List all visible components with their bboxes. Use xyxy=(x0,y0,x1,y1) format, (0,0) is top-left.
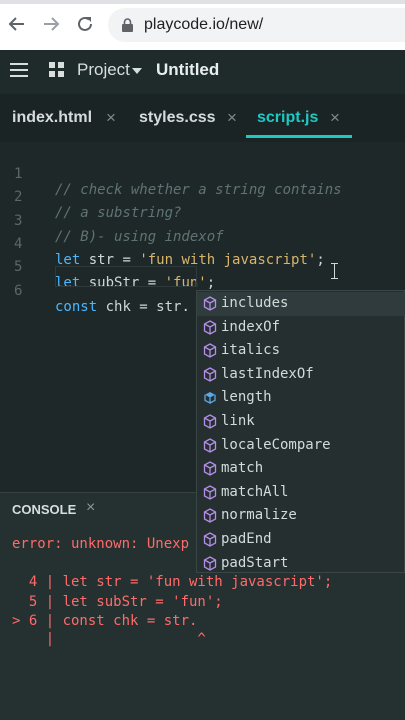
console-error: error: unknown: Unexp xyxy=(12,536,190,552)
suggestion-label: match xyxy=(221,460,264,477)
tab-script-js[interactable]: script.js × xyxy=(246,94,352,142)
method-cube-icon xyxy=(203,437,217,453)
code-text: const chk = str. xyxy=(55,299,190,315)
url-text: playcode.io/new/ xyxy=(144,16,264,33)
suggestion-label: italics xyxy=(221,342,281,359)
suggestion-item[interactable]: localeCompare xyxy=(197,434,405,458)
method-cube-icon xyxy=(203,508,217,524)
console-title: CONSOLE xyxy=(12,502,77,517)
code-plain: chk = str. xyxy=(97,299,190,315)
suggestion-item[interactable]: length xyxy=(197,386,405,410)
suggestion-item[interactable]: lastIndexOf xyxy=(197,363,405,387)
suggestion-item[interactable]: indexOf xyxy=(197,316,405,340)
suggestion-item[interactable]: matchAll xyxy=(197,481,405,505)
suggestion-label: matchAll xyxy=(221,483,289,500)
forward-arrow-icon[interactable] xyxy=(40,13,62,35)
console-trace-line: | ^ xyxy=(12,631,206,647)
property-icon xyxy=(203,390,217,405)
back-arrow-icon[interactable] xyxy=(6,13,28,35)
code-line: 3 // B)- using indexof xyxy=(0,197,405,245)
code-line: 4 let str = 'fun with javascript'; xyxy=(0,220,405,268)
suggestion-label: link xyxy=(221,413,255,429)
suggestion-label: localeCompare xyxy=(221,436,331,453)
method-cube-icon xyxy=(203,485,217,500)
method-cube-icon xyxy=(203,532,217,547)
suggestion-item[interactable]: link xyxy=(197,410,405,434)
code-line: 1 // check whether a string contains xyxy=(0,150,405,198)
suggestion-item[interactable]: normalize xyxy=(197,504,405,528)
code-line: 5 let subStr = 'fun'; xyxy=(0,243,405,291)
code-line: 2 // a substring? xyxy=(0,173,405,221)
close-icon[interactable]: × xyxy=(227,108,237,128)
suggestion-label: padEnd xyxy=(221,531,272,547)
suggestion-label: lastIndexOf xyxy=(221,365,314,382)
tab-index-html[interactable]: index.html × xyxy=(12,94,132,142)
suggestion-item[interactable]: padEnd xyxy=(197,528,405,552)
method-cube-icon xyxy=(203,343,217,358)
close-icon[interactable]: × xyxy=(86,499,95,517)
address-bar[interactable]: playcode.io/new/ xyxy=(108,8,405,42)
suggestion-label: indexOf xyxy=(221,318,281,335)
code-keyword: const xyxy=(55,299,98,315)
chevron-down-icon[interactable] xyxy=(132,68,142,74)
suggestion-item[interactable]: padStart xyxy=(197,552,405,576)
close-icon[interactable]: × xyxy=(106,108,116,128)
lock-icon xyxy=(122,18,133,37)
close-icon[interactable]: × xyxy=(330,108,340,128)
tab-styles-css[interactable]: styles.css × xyxy=(139,94,259,142)
code-line: 6 const chk = str. xyxy=(0,267,405,315)
suggestion-label: includes xyxy=(221,295,289,311)
suggestion-label: normalize xyxy=(221,507,297,524)
tab-label: styles.css xyxy=(139,109,216,126)
console-trace-line: 4 | let str = 'fun with javascript'; xyxy=(12,574,333,590)
suggestion-item[interactable]: italics xyxy=(197,339,405,363)
reload-icon[interactable] xyxy=(74,13,96,35)
method-cube-icon xyxy=(203,367,217,382)
method-cube-icon xyxy=(203,461,217,476)
suggestion-label: length xyxy=(221,389,272,406)
method-cube-icon xyxy=(203,414,217,429)
method-cube-icon xyxy=(203,555,217,571)
console-output: error: unknown: Unexp 4 | let str = 'fun… xyxy=(0,527,332,647)
menu-icon[interactable] xyxy=(10,63,28,77)
console-trace-line: 5 | let subStr = 'fun'; xyxy=(12,594,223,610)
active-tab-indicator xyxy=(246,135,352,138)
line-number: 6 xyxy=(14,283,23,299)
project-menu[interactable]: Project xyxy=(77,60,130,80)
suggestion-label: padStart xyxy=(221,554,289,571)
project-name[interactable]: Untitled xyxy=(156,60,219,80)
grid-icon[interactable] xyxy=(49,62,64,77)
suggestion-item[interactable]: match xyxy=(197,457,405,481)
tab-label: index.html xyxy=(12,109,93,126)
method-cube-icon xyxy=(203,296,217,311)
app-header: Project Untitled xyxy=(0,50,405,94)
console-trace-line: > 6 | const chk = str. xyxy=(12,613,198,629)
text-cursor-icon xyxy=(331,263,339,279)
file-tabs: index.html × styles.css × script.js × xyxy=(0,94,405,142)
method-cube-icon xyxy=(203,319,217,335)
suggestion-item[interactable]: includes xyxy=(197,292,405,316)
browser-toolbar: playcode.io/new/ xyxy=(0,0,405,50)
tab-label: script.js xyxy=(257,109,319,126)
autocomplete-dropdown[interactable]: includes indexOf italics lastIndexOf length l… xyxy=(196,290,405,573)
browser-top-edge xyxy=(0,0,405,4)
